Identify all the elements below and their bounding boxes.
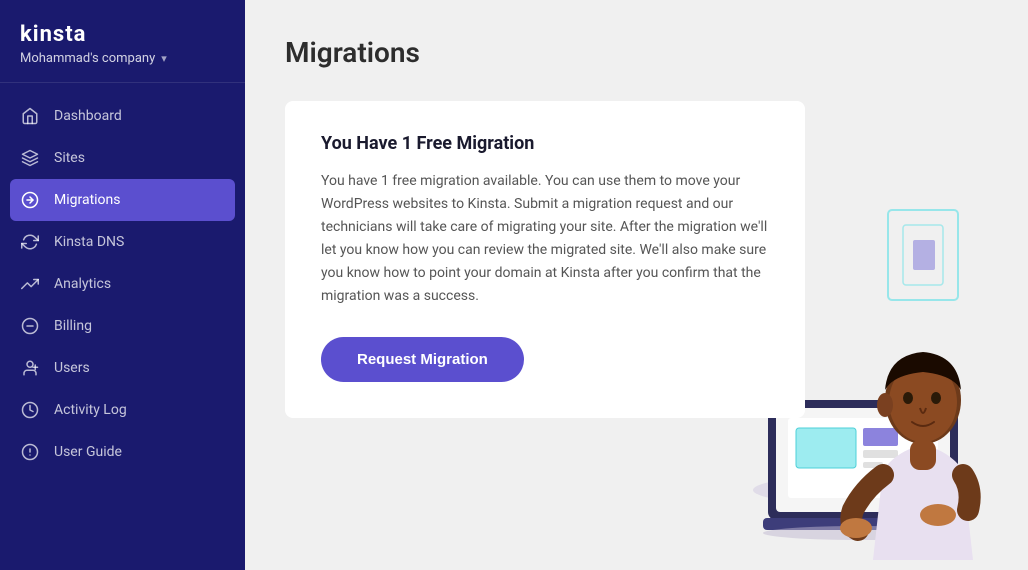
sidebar-item-sites[interactable]: Sites (0, 137, 245, 179)
billing-icon (20, 316, 40, 336)
company-selector[interactable]: Mohammad's company ▾ (20, 51, 225, 66)
sidebar-item-label: Kinsta DNS (54, 234, 124, 250)
sidebar-item-kinsta-dns[interactable]: Kinsta DNS (0, 221, 245, 263)
sidebar-item-activity-log[interactable]: Activity Log (0, 389, 245, 431)
company-name: Mohammad's company (20, 51, 155, 66)
sidebar-item-user-guide[interactable]: User Guide (0, 431, 245, 473)
sidebar-item-label: Analytics (54, 276, 111, 292)
sidebar-item-label: Migrations (54, 192, 121, 208)
analytics-icon (20, 274, 40, 294)
logo: kinsta (20, 22, 225, 47)
sidebar-item-analytics[interactable]: Analytics (0, 263, 245, 305)
logo-area: kinsta Mohammad's company ▾ (0, 0, 245, 83)
migrations-icon (20, 190, 40, 210)
activity-log-icon (20, 400, 40, 420)
sidebar-item-label: User Guide (54, 444, 122, 460)
page-title: Migrations (285, 36, 988, 69)
sidebar-item-migrations[interactable]: Migrations (10, 179, 235, 221)
sidebar-item-label: Users (54, 360, 90, 376)
migration-card: You Have 1 Free Migration You have 1 fre… (285, 101, 805, 418)
dns-icon (20, 232, 40, 252)
sidebar-item-dashboard[interactable]: Dashboard (0, 95, 245, 137)
users-icon (20, 358, 40, 378)
logo-text: kinsta (20, 22, 86, 47)
card-heading: You Have 1 Free Migration (321, 133, 769, 154)
sidebar: kinsta Mohammad's company ▾ Dashboard (0, 0, 245, 570)
layers-icon (20, 148, 40, 168)
chevron-down-icon: ▾ (161, 52, 167, 65)
main-content: Migrations You Have 1 Free Migration You… (245, 0, 1028, 570)
sidebar-item-label: Sites (54, 150, 85, 166)
card-description: You have 1 free migration available. You… (321, 170, 769, 309)
sidebar-item-users[interactable]: Users (0, 347, 245, 389)
sidebar-item-label: Billing (54, 318, 92, 334)
sidebar-item-label: Dashboard (54, 108, 122, 124)
request-migration-button[interactable]: Request Migration (321, 337, 524, 382)
nav-list: Dashboard Sites Migrations (0, 83, 245, 570)
sidebar-item-label: Activity Log (54, 402, 127, 418)
user-guide-icon (20, 442, 40, 462)
sidebar-item-billing[interactable]: Billing (0, 305, 245, 347)
home-icon (20, 106, 40, 126)
